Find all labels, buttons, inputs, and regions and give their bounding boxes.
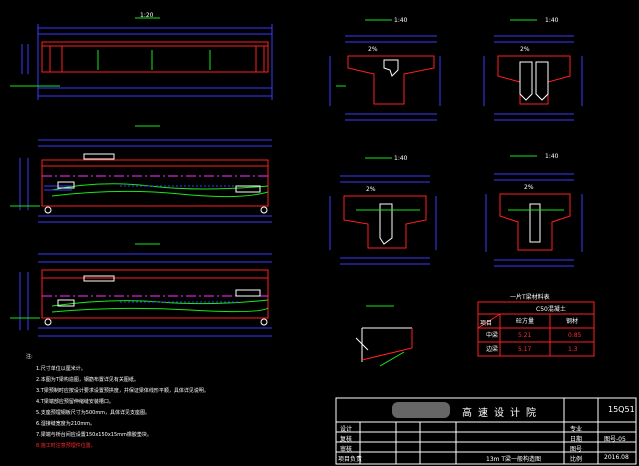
section-4-slope: 2% xyxy=(524,184,534,191)
elevation-view-2 xyxy=(10,125,272,223)
cross-section-2 xyxy=(483,19,583,121)
tb-sub-label: 日期 xyxy=(570,436,583,443)
qty-col-header-0: 项目 xyxy=(480,320,493,327)
qty-col-header-2: 钢材 xyxy=(566,318,579,325)
qty-row-value: 0.85 xyxy=(568,332,582,339)
note-item-1: 1.尺寸单位以厘米计。 xyxy=(36,366,86,372)
elevation-scale-label: 1:20 xyxy=(140,12,154,19)
drawing-title: 13m T梁一般构造图 xyxy=(486,456,542,463)
note-item-6: 6.湿接缝宽度为210mm。 xyxy=(36,421,96,427)
tb-sub-label: 比例 xyxy=(570,456,583,463)
tb-label: 项目负责 xyxy=(338,456,363,463)
drawing-date: 2016.08 xyxy=(604,454,629,461)
qty-row-value: 1.3 xyxy=(568,346,578,353)
qty-table-title: 一片T梁材料表 xyxy=(510,294,550,301)
note-item-2: 2.本图为T梁构造图，钢筋布置详见有关图纸。 xyxy=(36,377,139,383)
cross-section-3 xyxy=(329,157,437,265)
joint-detail xyxy=(355,305,413,367)
qty-table-concrete-header: C50混凝土 xyxy=(536,306,566,313)
elevation-view-1 xyxy=(10,17,273,100)
section-4-scale: 1:40 xyxy=(545,153,559,160)
section-1-scale: 1:40 xyxy=(394,17,408,24)
tb-sub-label: 专业 xyxy=(570,426,583,433)
qty-row-label: 边梁 xyxy=(486,346,499,353)
section-2-scale: 1:40 xyxy=(545,17,559,24)
note-warning: 8.施工时注意预埋件位置。 xyxy=(36,443,96,449)
note-item-3: 3.T梁预制时应按设计要求设置预拱度，并保证梁体线形平顺，具体详见说明。 xyxy=(36,388,209,394)
notes-heading: 注: xyxy=(26,354,33,360)
section-3-scale: 1:40 xyxy=(394,155,408,162)
elevation-view-3 xyxy=(10,243,272,337)
drawing-number: 图号-05 xyxy=(604,436,626,443)
note-item-5: 5.支座预埋钢板尺寸为500mm，具体详见支座图。 xyxy=(36,410,151,416)
company-name: 高速设计院 xyxy=(462,408,542,419)
note-item-4: 4.T梁端部应预留伸缩缝安装槽口。 xyxy=(36,399,114,405)
section-1-slope: 2% xyxy=(368,46,378,53)
cad-drawing-canvas xyxy=(10,17,637,465)
tb-label: 设计 xyxy=(340,426,353,433)
cross-section-1 xyxy=(329,19,441,121)
qty-row-value: 5.21 xyxy=(518,332,532,339)
note-item-7: 7.梁端与桥台间应设置150x150x15mm橡胶垫块。 xyxy=(36,432,152,438)
project-code: 15Q51 xyxy=(608,405,635,414)
cross-section-4 xyxy=(485,155,583,267)
section-3-slope: 2% xyxy=(366,186,376,193)
tb-label: 复核 xyxy=(340,436,353,443)
section-2-slope: 2% xyxy=(520,46,530,53)
qty-row-label: 中梁 xyxy=(486,332,499,339)
qty-row-value: 5.17 xyxy=(518,346,532,353)
tb-sub-label: 图号 xyxy=(570,446,583,453)
qty-col-header-1: 砼方量 xyxy=(516,318,535,325)
company-logo xyxy=(392,402,450,418)
tb-label: 审核 xyxy=(340,446,353,453)
